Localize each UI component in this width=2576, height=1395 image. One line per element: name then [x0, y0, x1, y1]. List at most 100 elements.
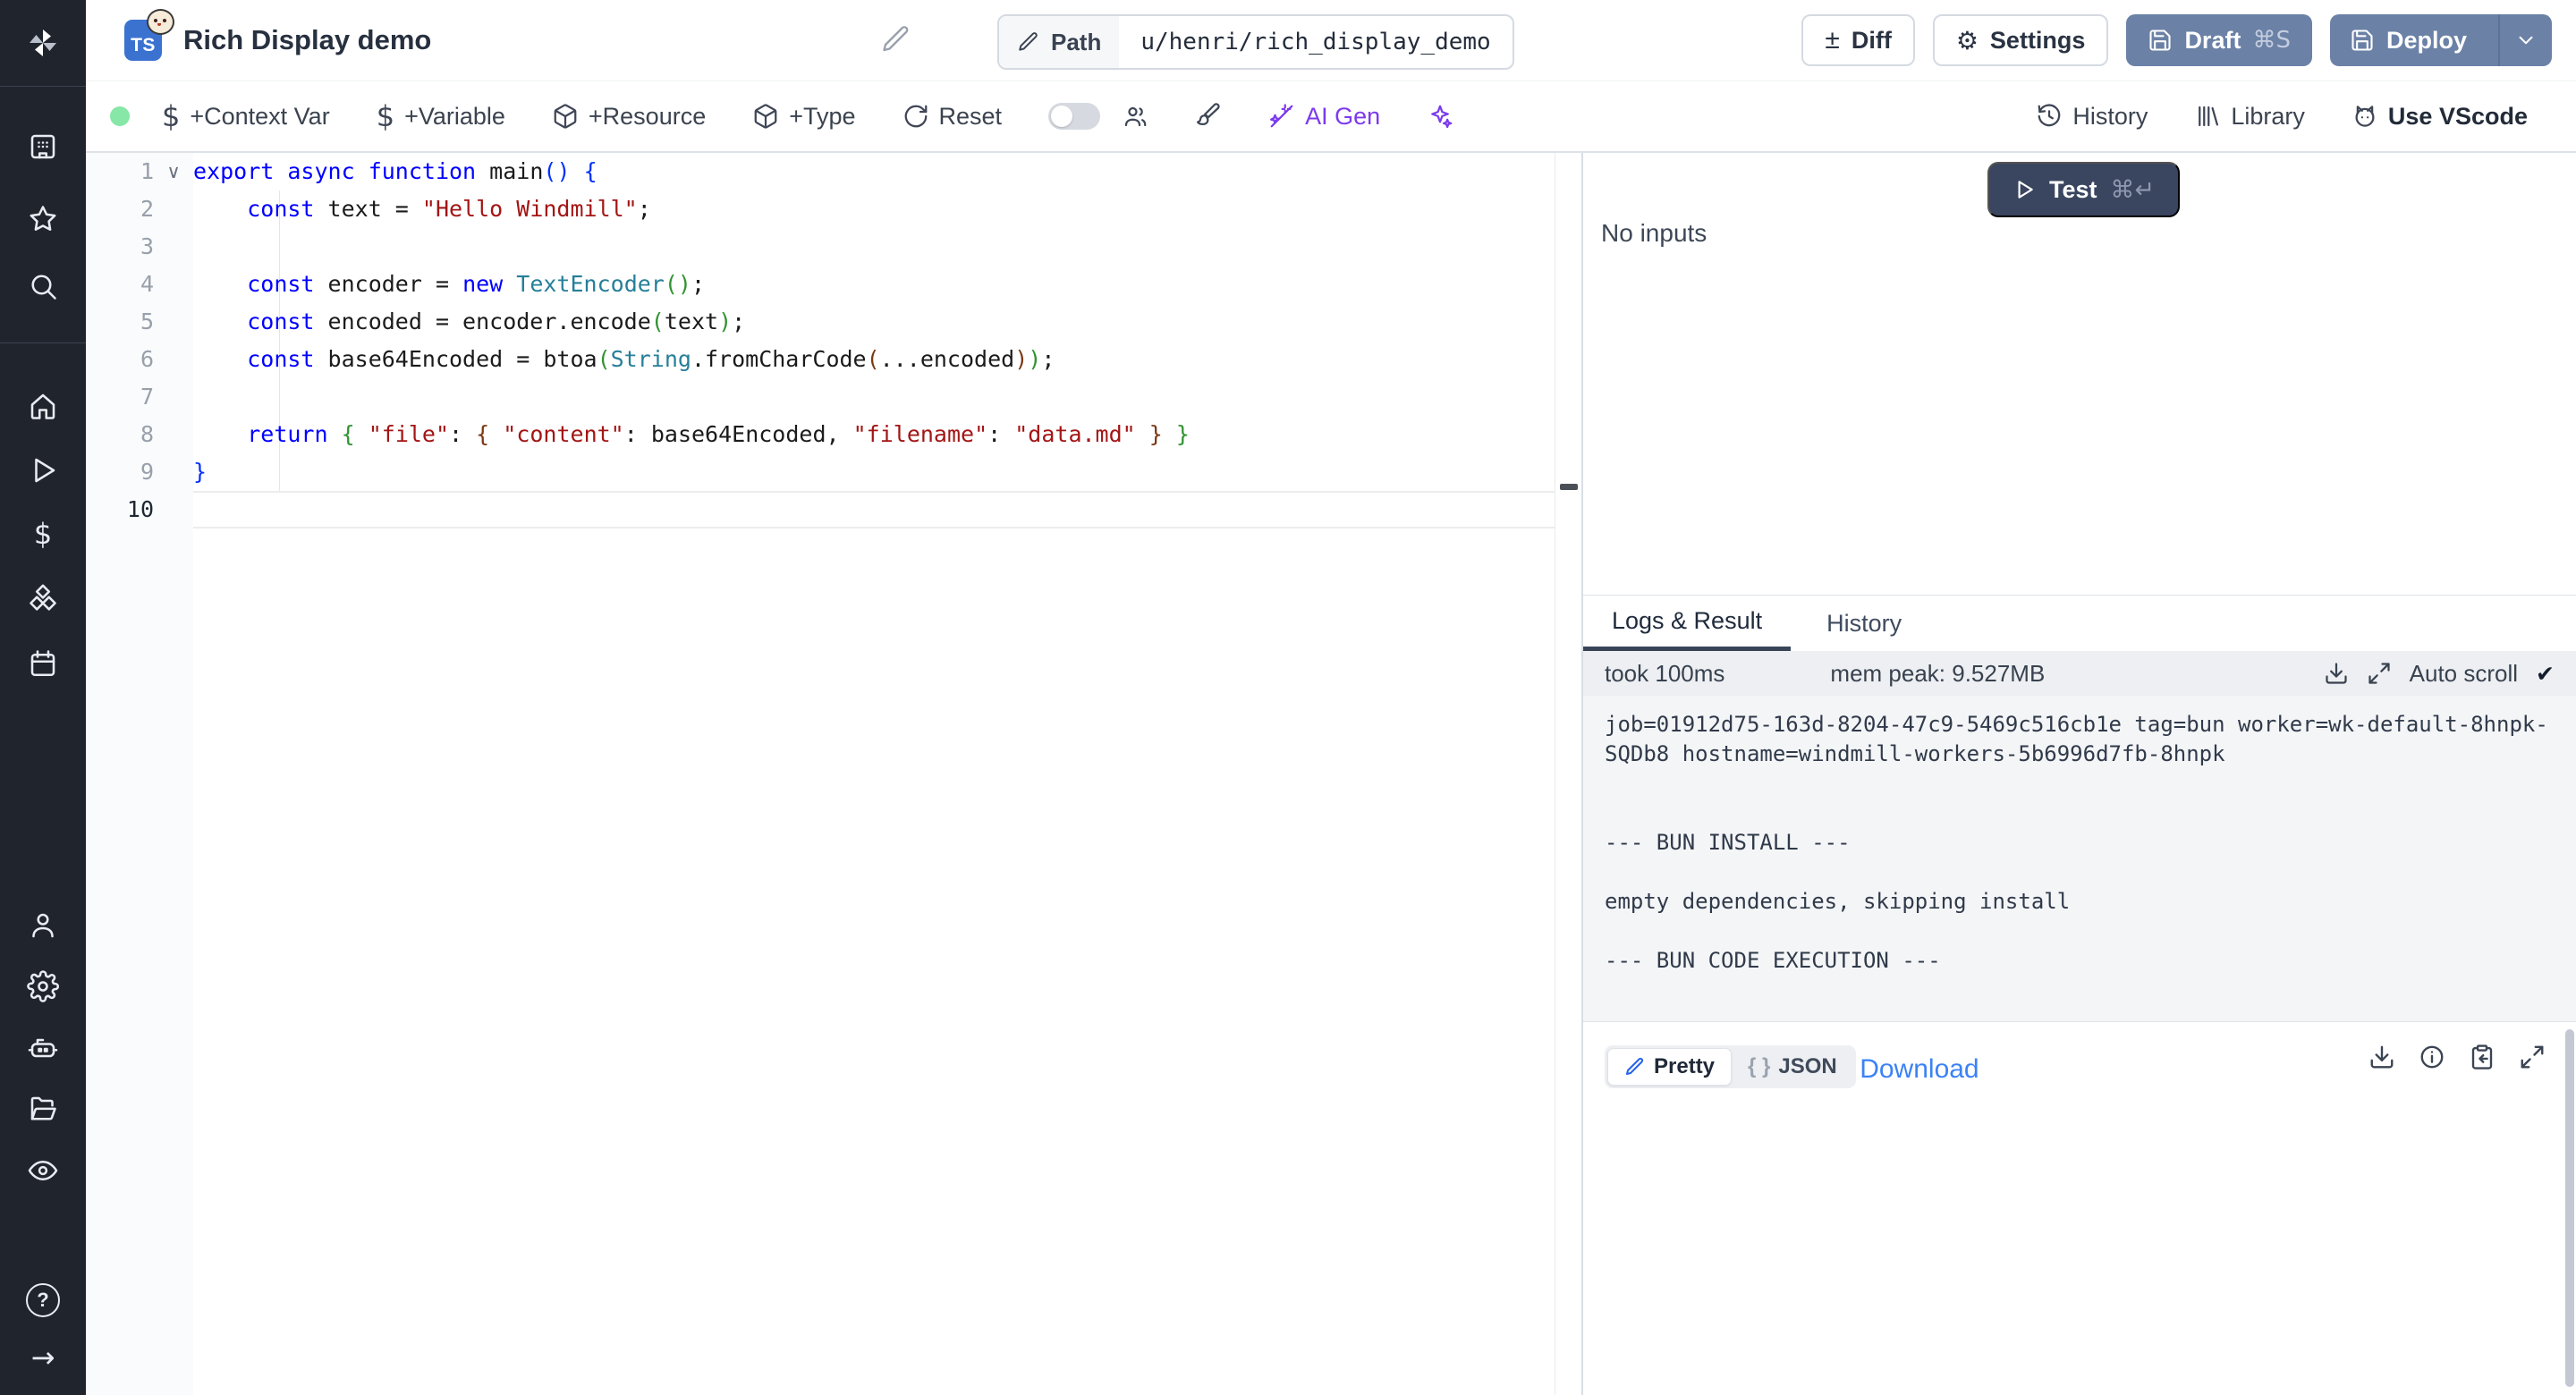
deploy-button[interactable]: Deploy: [2330, 14, 2552, 66]
history-label: History: [2072, 103, 2148, 131]
json-view-button[interactable]: { } JSON: [1732, 1054, 1853, 1079]
workspace-icon[interactable]: [0, 129, 86, 165]
windmill-logo-icon[interactable]: [0, 25, 86, 61]
pretty-view-button[interactable]: Pretty: [1607, 1048, 1732, 1086]
fold-gutter: [154, 416, 193, 453]
auto-scroll-checkmark[interactable]: ✔: [2536, 661, 2555, 687]
add-variable-button[interactable]: $ +Variable: [377, 99, 505, 133]
json-label: JSON: [1778, 1054, 1836, 1079]
test-label: Test: [2049, 176, 2097, 204]
format-brush-button[interactable]: [1195, 103, 1222, 130]
path-chip-label-section: Path: [999, 16, 1119, 68]
edit-summary-button[interactable]: [880, 23, 912, 60]
home-icon[interactable]: [0, 388, 86, 424]
multiplayer-button[interactable]: [1122, 103, 1148, 130]
line-number: 10: [86, 491, 154, 528]
log-output: job=01912d75-163d-8204-47c9-5469c516cb1e…: [1583, 696, 2576, 1021]
chevron-down-icon: [2514, 29, 2538, 52]
add-resource-button[interactable]: +Resource: [552, 103, 706, 131]
magic-wand-icon: [1268, 103, 1295, 130]
settings-button[interactable]: ⚙ Settings: [1933, 14, 2109, 66]
line-number: 9: [86, 453, 154, 491]
audit-eye-icon[interactable]: [0, 1153, 86, 1188]
history-button[interactable]: History: [2036, 103, 2148, 131]
pencil-icon: [1017, 30, 1040, 54]
package-icon: [752, 103, 779, 130]
windmill-app: $ ? →: [0, 0, 2576, 1395]
tab-logs-result[interactable]: Logs & Result: [1583, 596, 1791, 651]
code-editor[interactable]: 1∨export async function main() {2 const …: [86, 153, 1581, 1395]
paintbrush-icon: [1195, 103, 1222, 130]
draft-button[interactable]: Draft ⌘S: [2126, 14, 2312, 66]
copy-to-clipboard-icon[interactable]: [2469, 1044, 2496, 1070]
add-type-button[interactable]: +Type: [752, 103, 855, 131]
pretty-label: Pretty: [1654, 1054, 1715, 1079]
code-line: 2 const text = "Hello Windmill";: [86, 190, 1555, 228]
fold-chevron-icon[interactable]: ∨: [154, 153, 193, 190]
toggle-switch[interactable]: [1048, 103, 1100, 130]
code-text: const encoded = encoder.encode(text);: [193, 303, 1555, 341]
library-button[interactable]: Library: [2194, 103, 2305, 131]
line-number: 1: [86, 153, 154, 190]
code-text: [193, 228, 1555, 266]
schedules-calendar-icon[interactable]: [0, 646, 86, 681]
deploy-dropdown-button[interactable]: [2498, 14, 2552, 66]
line-number: 7: [86, 378, 154, 416]
download-logs-icon[interactable]: [2324, 661, 2349, 686]
main-area: TS Rich Display demo Path u/henri/rich_d…: [86, 0, 2576, 1395]
code-line: 8 return { "file": { "content": base64En…: [86, 416, 1555, 453]
expand-result-icon[interactable]: [2519, 1044, 2546, 1070]
code-line: 4 const encoder = new TextEncoder();: [86, 266, 1555, 303]
library-icon: [2194, 103, 2221, 130]
download-result-link[interactable]: Download: [1860, 1054, 1979, 1085]
path-value[interactable]: u/henri/rich_display_demo: [1119, 16, 1512, 68]
settings-gear-icon[interactable]: [0, 968, 86, 1004]
use-vscode-button[interactable]: Use VScode: [2351, 103, 2528, 131]
variables-dollar-icon[interactable]: $: [0, 516, 86, 552]
draft-shortcut: ⌘S: [2252, 27, 2291, 54]
plus-minus-icon: ±: [1825, 25, 1839, 55]
search-icon[interactable]: [0, 268, 86, 304]
line-number: 6: [86, 341, 154, 378]
editor-viewport[interactable]: 1∨export async function main() {2 const …: [86, 153, 1555, 1395]
tab-history[interactable]: History: [1826, 596, 1902, 651]
editor-toolbar: $ +Context Var $ +Variable +Resource +Ty…: [86, 81, 2576, 153]
help-question-icon[interactable]: ?: [0, 1282, 86, 1318]
auto-scroll-label[interactable]: Auto scroll: [2410, 660, 2518, 688]
right-panel: Test ⌘↵ No inputs Logs & Result History …: [1581, 153, 2576, 1395]
result-actions: [2368, 1044, 2546, 1070]
download-result-icon[interactable]: [2368, 1044, 2395, 1070]
info-icon[interactable]: [2419, 1044, 2445, 1070]
resources-cubes-icon[interactable]: [0, 581, 86, 617]
diff-button[interactable]: ± Diff: [1801, 14, 1914, 66]
dollar-icon: $: [377, 99, 394, 133]
add-context-var-button[interactable]: $ +Context Var: [162, 99, 330, 133]
path-chip[interactable]: Path u/henri/rich_display_demo: [997, 14, 1514, 70]
reset-label: Reset: [939, 103, 1003, 131]
test-button[interactable]: Test ⌘↵: [1987, 162, 2180, 217]
folders-icon[interactable]: [0, 1091, 86, 1127]
result-scrollbar[interactable]: [2565, 1029, 2574, 1387]
dollar-icon: $: [162, 99, 180, 133]
library-label: Library: [2231, 103, 2305, 131]
users-person-icon[interactable]: [0, 908, 86, 943]
fold-gutter: [154, 341, 193, 378]
mem-peak: mem peak: 9.527MB: [1830, 660, 2045, 688]
reset-button[interactable]: Reset: [902, 103, 1003, 131]
diff-mode-toggle[interactable]: [1048, 103, 1100, 130]
save-icon: [2350, 28, 2375, 53]
runs-play-icon[interactable]: [0, 452, 86, 488]
typescript-badge-label: TS: [131, 35, 156, 56]
expand-sidebar-arrow-icon[interactable]: →: [0, 1340, 86, 1375]
expand-logs-icon[interactable]: [2367, 661, 2392, 686]
line-number: 2: [86, 190, 154, 228]
favorites-star-icon[interactable]: [0, 201, 86, 237]
script-title: Rich Display demo: [183, 24, 431, 56]
line-number: 4: [86, 266, 154, 303]
code-text: [193, 378, 1555, 416]
ai-gen-button[interactable]: AI Gen: [1268, 103, 1380, 131]
deploy-label: Deploy: [2386, 27, 2467, 55]
logs-tabs: Logs & Result History: [1583, 596, 2576, 651]
ai-sparkles-button[interactable]: [1427, 103, 1453, 130]
workers-robot-icon[interactable]: [0, 1030, 86, 1066]
